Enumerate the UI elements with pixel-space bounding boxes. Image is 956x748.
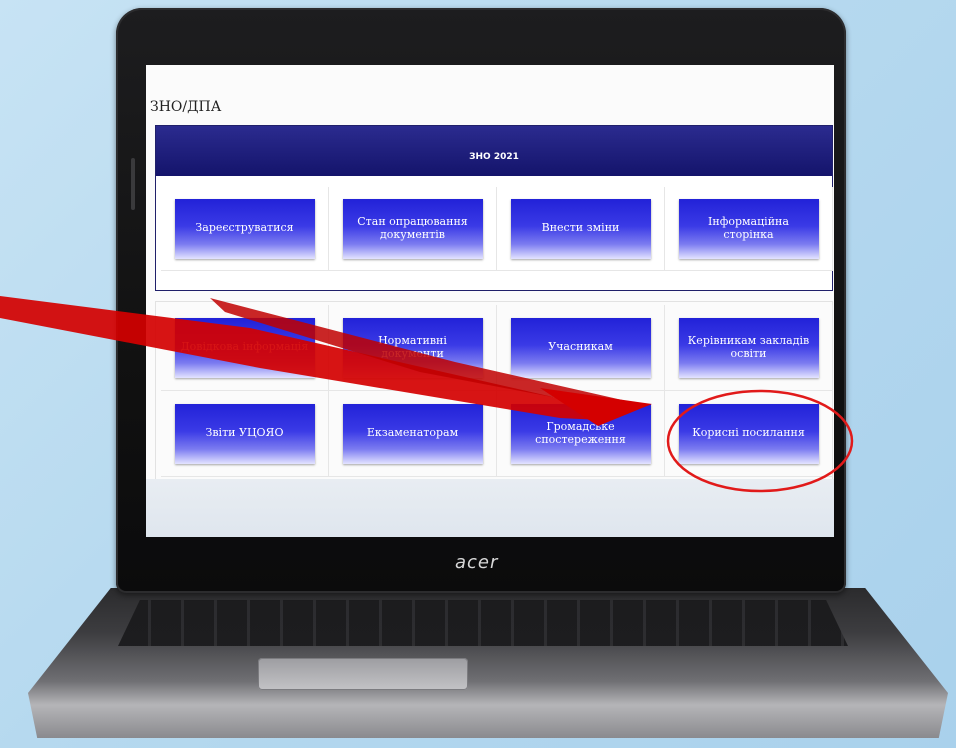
menu-cell: Корисні посилання (665, 391, 833, 477)
zno-cell: Внести зміни (497, 187, 665, 271)
participants-button[interactable]: Учасникам (510, 317, 651, 378)
laptop-screen: ЗНО/ДПА ЗНО 2021 Зареєструватися Стан оп… (146, 65, 834, 537)
useful-links-button[interactable]: Корисні посилання (678, 403, 819, 464)
info-page-button[interactable]: Інформаційна сторінка (678, 198, 819, 259)
laptop-brand-logo: acer (455, 552, 499, 573)
reports-button[interactable]: Звіти УЦОЯО (174, 403, 315, 464)
document-status-button[interactable]: Стан опрацювання документів (342, 198, 483, 259)
menu-cell: Звіти УЦОЯО (161, 391, 329, 477)
examiners-button[interactable]: Екзаменаторам (342, 403, 483, 464)
zno-panel-header: ЗНО 2021 (156, 126, 832, 176)
menu-cell: Екзаменаторам (329, 391, 497, 477)
zno-cell: Зареєструватися (161, 187, 329, 271)
menu-grid-row: Довідкова інформація Нормативні документ… (161, 305, 833, 391)
zno-cell: Стан опрацювання документів (329, 187, 497, 271)
reference-info-button[interactable]: Довідкова інформація (174, 317, 315, 378)
laptop-keyboard (118, 600, 848, 646)
zno-cell: Інформаційна сторінка (665, 187, 833, 271)
school-heads-button[interactable]: Керівникам закладів освіти (678, 317, 819, 378)
register-button[interactable]: Зареєструватися (174, 198, 315, 259)
zno-button-row: Зареєструватися Стан опрацювання докумен… (161, 187, 833, 271)
menu-grid-row: Звіти УЦОЯО Екзаменаторам Громадське спо… (161, 391, 833, 477)
menu-cell: Довідкова інформація (161, 305, 329, 391)
laptop-touchpad (258, 658, 468, 690)
public-monitoring-button[interactable]: Громадське спостереження (510, 403, 651, 464)
menu-cell: Керівникам закладів освіти (665, 305, 833, 391)
make-changes-button[interactable]: Внести зміни (510, 198, 651, 259)
hinge-left (131, 158, 135, 210)
menu-cell: Громадське спостереження (497, 391, 665, 477)
page-title: ЗНО/ДПА (150, 99, 222, 115)
menu-cell: Нормативні документи (329, 305, 497, 391)
regulatory-documents-button[interactable]: Нормативні документи (342, 317, 483, 378)
menu-cell: Учасникам (497, 305, 665, 391)
